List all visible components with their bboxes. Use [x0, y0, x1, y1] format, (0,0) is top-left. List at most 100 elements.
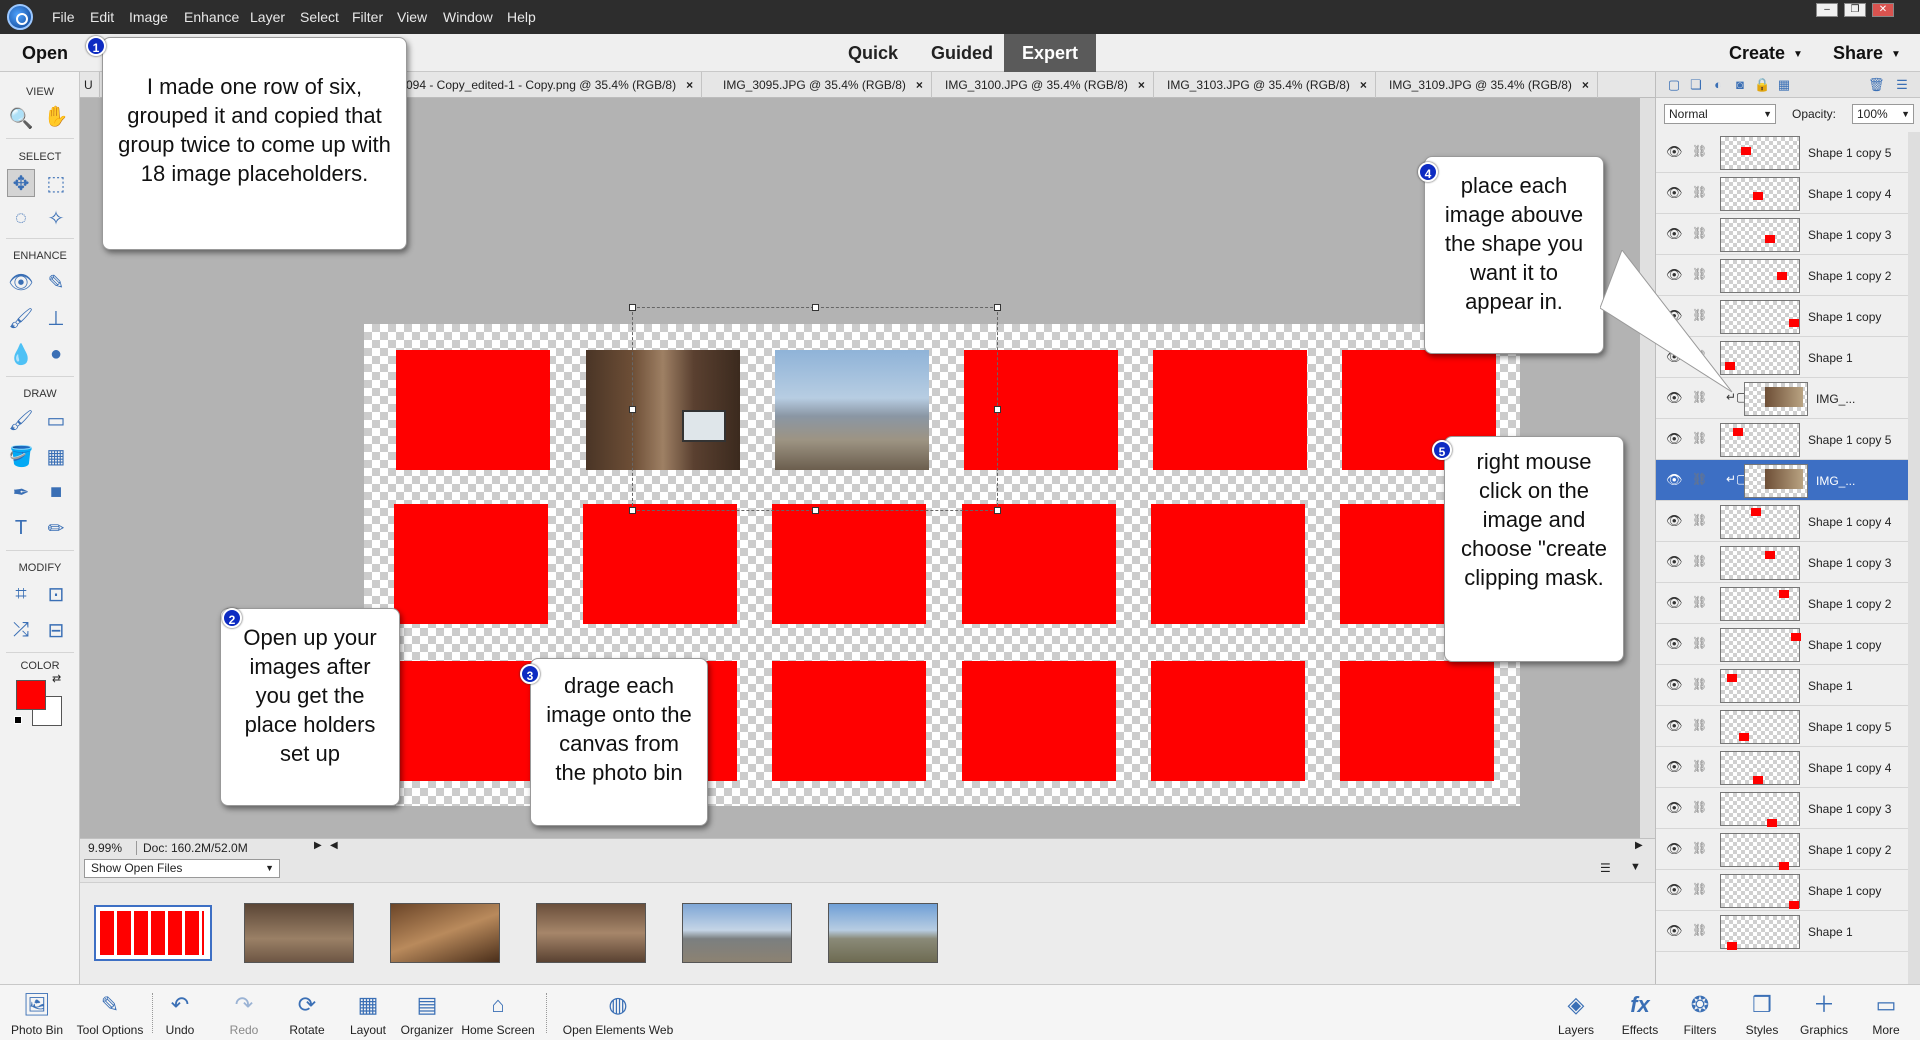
- menu-view[interactable]: View: [397, 9, 427, 25]
- restore-button[interactable]: ❐: [1844, 3, 1866, 17]
- image-placeholder[interactable]: [1153, 350, 1307, 470]
- transform-selection-box[interactable]: [629, 304, 1001, 514]
- visibility-eye-icon[interactable]: 👁: [1666, 144, 1683, 160]
- menu-filter[interactable]: Filter: [352, 9, 383, 25]
- type-tool-icon[interactable]: T: [7, 514, 35, 542]
- link-icon[interactable]: ⛓: [1692, 800, 1707, 814]
- image-placeholder[interactable]: [1151, 504, 1305, 624]
- layer-row[interactable]: 👁 ⛓ Shape 1 copy 4: [1656, 173, 1908, 214]
- smart-brush-tool-icon[interactable]: 🖌: [7, 304, 35, 332]
- home-screen-button[interactable]: ⌂ Home Screen: [460, 991, 536, 1037]
- panel-menu-icon[interactable]: ☰: [1894, 77, 1910, 93]
- menu-enhance[interactable]: Enhance: [184, 9, 239, 25]
- sponge-tool-icon[interactable]: ●: [42, 340, 70, 368]
- close-tab-icon[interactable]: ×: [1138, 78, 1145, 92]
- layers-button[interactable]: ◈ Layers: [1554, 991, 1598, 1037]
- tool-options-button[interactable]: ✎ Tool Options: [72, 991, 148, 1037]
- layer-name[interactable]: Shape 1 copy 3: [1808, 802, 1891, 816]
- layer-row[interactable]: 👁 ⛓ ↵▢ IMG_...: [1656, 460, 1908, 501]
- bin-thumb-wood-beams[interactable]: [390, 903, 500, 963]
- image-placeholder[interactable]: [962, 504, 1116, 624]
- image-placeholder[interactable]: [583, 504, 737, 624]
- doc-tab[interactable]: U: [80, 72, 100, 98]
- adjustment-layer-icon[interactable]: ◐: [1710, 77, 1726, 93]
- layer-mask-icon[interactable]: ◙: [1732, 77, 1748, 93]
- link-icon[interactable]: ⛓: [1692, 513, 1707, 527]
- visibility-eye-icon[interactable]: 👁: [1666, 431, 1683, 447]
- bin-thumb-wreath[interactable]: [536, 903, 646, 963]
- layer-thumbnail[interactable]: [1720, 423, 1800, 457]
- layer-name[interactable]: Shape 1 copy 3: [1808, 556, 1891, 570]
- menu-image[interactable]: Image: [129, 9, 168, 25]
- layer-row[interactable]: 👁 ⛓ Shape 1 copy 3: [1656, 542, 1908, 583]
- straighten-tool-icon[interactable]: ⊟: [42, 616, 70, 644]
- share-button[interactable]: Share ▼: [1833, 43, 1901, 64]
- layer-row[interactable]: 👁 ⛓ Shape 1 copy 4: [1656, 501, 1908, 542]
- layer-name[interactable]: IMG_...: [1816, 392, 1855, 406]
- layer-row[interactable]: 👁 ⛓ Shape 1 copy 3: [1656, 214, 1908, 255]
- layer-row[interactable]: 👁 ⛓ Shape 1 copy 3: [1656, 788, 1908, 829]
- layer-thumbnail[interactable]: [1744, 382, 1808, 416]
- visibility-eye-icon[interactable]: 👁: [1666, 472, 1683, 488]
- transform-handle[interactable]: [629, 304, 636, 311]
- layer-row[interactable]: 👁 ⛓ Shape 1 copy 5: [1656, 706, 1908, 747]
- layer-name[interactable]: Shape 1 copy 3: [1808, 228, 1891, 242]
- rotate-button[interactable]: ⟳ Rotate: [284, 991, 330, 1037]
- visibility-eye-icon[interactable]: 👁: [1666, 759, 1683, 775]
- layer-name[interactable]: Shape 1 copy 4: [1808, 761, 1891, 775]
- eraser-tool-icon[interactable]: ▭: [42, 406, 70, 434]
- transform-handle[interactable]: [629, 406, 636, 413]
- layer-row[interactable]: 👁 ⛓ Shape 1 copy 2: [1656, 829, 1908, 870]
- transform-handle[interactable]: [812, 507, 819, 514]
- layer-row[interactable]: 👁 ⛓ Shape 1: [1656, 911, 1908, 952]
- layer-name[interactable]: Shape 1 copy: [1808, 310, 1881, 324]
- hand-tool-icon[interactable]: ✋: [42, 102, 70, 130]
- bin-thumb-mountain-valley[interactable]: [682, 903, 792, 963]
- doc-tab[interactable]: 094 - Copy_edited-1 - Copy.png @ 35.4% (…: [398, 72, 703, 98]
- transform-handle[interactable]: [629, 507, 636, 514]
- close-tab-icon[interactable]: ×: [1582, 78, 1589, 92]
- link-icon[interactable]: ⛓: [1692, 882, 1707, 896]
- bin-thumb-barn-interior[interactable]: [244, 903, 354, 963]
- lock-icon[interactable]: 🔒: [1754, 77, 1770, 93]
- image-placeholder[interactable]: [1151, 661, 1305, 781]
- link-icon[interactable]: ⛓: [1692, 595, 1707, 609]
- tab-quick[interactable]: Quick: [830, 34, 916, 72]
- close-tab-icon[interactable]: ×: [1360, 78, 1367, 92]
- graphics-button[interactable]: ＋ Graphics: [1796, 991, 1852, 1037]
- link-icon[interactable]: ⛓: [1692, 677, 1707, 691]
- status-menu-arrow-icon[interactable]: ▶: [314, 840, 322, 851]
- default-colors-icon[interactable]: [14, 716, 22, 724]
- menu-edit[interactable]: Edit: [90, 9, 114, 25]
- healing-brush-tool-icon[interactable]: ✎: [42, 268, 70, 296]
- link-icon[interactable]: ⛓: [1692, 636, 1707, 650]
- doc-tab[interactable]: IMG_3109.JPG @ 35.4% (RGB/8) ×: [1381, 72, 1598, 98]
- new-layer-icon[interactable]: ▢: [1666, 77, 1682, 93]
- move-tool-icon[interactable]: ✥: [7, 169, 35, 197]
- redo-button[interactable]: ↷ Redo: [224, 991, 264, 1037]
- layer-thumbnail[interactable]: [1720, 792, 1800, 827]
- image-placeholder[interactable]: [1340, 661, 1494, 781]
- more-button[interactable]: ▭ More: [1864, 991, 1908, 1037]
- recompose-tool-icon[interactable]: ⊡: [42, 580, 70, 608]
- menu-help[interactable]: Help: [507, 9, 536, 25]
- visibility-eye-icon[interactable]: 👁: [1666, 718, 1683, 734]
- layer-name[interactable]: Shape 1 copy 4: [1808, 515, 1891, 529]
- content-aware-move-tool-icon[interactable]: ⤮: [7, 616, 35, 644]
- layer-name[interactable]: Shape 1 copy 2: [1808, 597, 1891, 611]
- app-logo-icon[interactable]: [7, 4, 33, 30]
- create-button[interactable]: Create ▼: [1729, 43, 1803, 64]
- visibility-eye-icon[interactable]: 👁: [1666, 226, 1683, 242]
- close-tab-icon[interactable]: ×: [686, 78, 693, 92]
- visibility-eye-icon[interactable]: 👁: [1666, 185, 1683, 201]
- eyedropper-tool-icon[interactable]: ✒: [7, 478, 35, 506]
- image-placeholder[interactable]: [962, 661, 1116, 781]
- layer-name[interactable]: Shape 1 copy 2: [1808, 269, 1891, 283]
- brush-tool-icon[interactable]: 🖌: [7, 406, 35, 434]
- zoom-level[interactable]: 9.99%: [88, 841, 122, 855]
- tab-guided[interactable]: Guided: [913, 34, 1011, 72]
- doc-tab[interactable]: IMG_3103.JPG @ 35.4% (RGB/8) ×: [1159, 72, 1376, 98]
- layer-thumbnail[interactable]: [1720, 751, 1800, 785]
- layer-name[interactable]: Shape 1 copy: [1808, 884, 1881, 898]
- close-button[interactable]: ✕: [1872, 3, 1894, 17]
